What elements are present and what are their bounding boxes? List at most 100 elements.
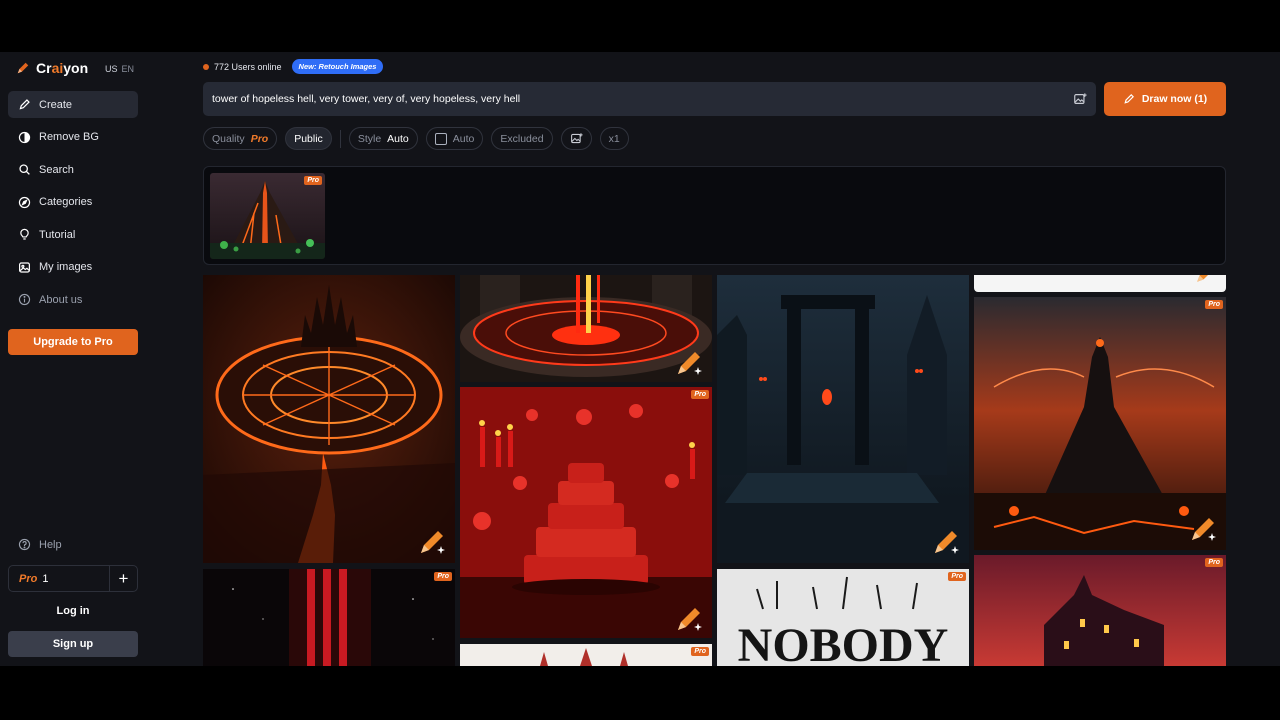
help-label: Help [39,538,62,551]
gallery-tile-haunted-mansion[interactable]: Pro [974,555,1226,666]
pro-badge: Pro [434,572,452,581]
compass-icon [18,196,31,208]
pencil-logo-icon [17,62,29,74]
sidebar-item-tutorial[interactable]: Tutorial [8,221,138,248]
aspect-square-icon [434,132,447,145]
pencil-icon [1124,94,1134,104]
language-label: EN [121,64,135,74]
edit-pencil-icon[interactable] [674,348,704,378]
upgrade-to-pro-button[interactable]: Upgrade to Pro [8,329,138,355]
gallery-tile-rune-circle[interactable] [460,275,712,382]
image-upload-icon[interactable] [1073,92,1087,106]
red-column-image [203,569,455,666]
login-button[interactable]: Log in [8,601,138,621]
pencil-icon [19,99,30,110]
style-value: Auto [387,132,409,145]
info-icon [18,293,31,306]
edit-pencil-icon[interactable] [1188,514,1218,544]
metal-logo-image: NOBODY [717,569,969,666]
online-dot [203,63,209,70]
dark-tower-image [974,297,1226,550]
red-cake-image [460,387,712,638]
recent-result-thumbnail[interactable]: Pro [210,173,325,259]
sidebar: Craiyon US EN Create Remove BG Search Cat… [0,52,148,666]
excluded-option[interactable]: Excluded [491,127,553,150]
gallery-tile-dark-tower[interactable]: Pro [974,297,1226,550]
quality-value: Pro [250,132,269,145]
new-feature-badge[interactable]: New: Retouch Images [291,59,384,74]
letterbox-bottom [0,666,1280,720]
add-credits-button[interactable]: + [109,566,137,591]
partial-white-image [974,275,1226,292]
search-icon [19,164,30,175]
prompt-input[interactable] [203,82,1043,116]
pro-credits: Pro 1 + [8,565,138,592]
draw-now-button[interactable]: Draw now (1) [1104,82,1226,116]
help-link[interactable]: Help [18,538,62,551]
options-divider [339,129,341,148]
generation-options: Quality Pro Public Style Auto Auto Exclu… [203,127,629,150]
letterbox-top [0,0,1280,52]
sidebar-item-label: Create [39,98,73,111]
edit-pencil-icon[interactable] [1194,275,1218,285]
style-label: Style [357,132,382,145]
pro-badge: Pro [1205,558,1223,567]
brand-logo[interactable]: Craiyon [16,60,88,76]
gallery-tile-metal-logo[interactable]: NOBODY Pro [717,569,969,666]
locale-switch[interactable]: US EN [105,64,134,74]
sidebar-item-label: Categories [39,196,93,208]
draw-now-label: Draw now (1) [1141,93,1208,105]
region-label: US [105,64,118,74]
guillotine-image [717,275,969,563]
image-count-option[interactable]: x1 [599,127,629,150]
signup-button[interactable]: Sign up [8,631,138,657]
sidebar-item-label: My images [39,261,93,273]
sidebar-item-categories[interactable]: Categories [8,189,138,216]
gallery-tile-white-cake[interactable]: Pro [460,644,712,666]
brand-name: Craiyon [36,60,89,76]
sidebar-item-label: Tutorial [39,228,76,241]
sidebar-item-label: About us [39,293,83,306]
image-icon [19,261,30,273]
sidebar-item-remove-bg[interactable]: Remove BG [8,124,138,151]
quality-label: Quality [212,132,245,145]
status-bar: 772 Users online New: Retouch Images [203,59,384,74]
sidebar-item-search[interactable]: Search [8,156,138,183]
pro-badge: Pro [691,647,709,656]
half-circle-icon [18,131,31,143]
gallery-tile-red-column[interactable]: Pro [203,569,455,666]
recent-results-strip: Pro [203,166,1226,265]
aspect-ratio-option[interactable]: Auto [425,127,484,150]
white-cake-image [460,644,712,666]
gallery-tile-lava-citadel[interactable] [203,275,455,563]
pro-label: Pro [19,572,38,585]
prompt-box [203,82,1096,116]
gallery-tile-guillotine[interactable] [717,275,969,563]
visibility-option[interactable]: Public [285,127,332,150]
add-image-icon [570,133,583,144]
image-reference-option[interactable] [560,127,592,150]
style-option[interactable]: Style Auto [348,127,418,150]
sidebar-nav: Create Remove BG Search Categories Tutor… [8,91,138,319]
sidebar-item-my-images[interactable]: My images [8,254,138,281]
pro-credit-count: 1 [42,572,49,585]
sidebar-item-label: Remove BG [39,131,99,143]
sidebar-item-label: Search [39,163,74,176]
edit-pencil-icon[interactable] [931,527,961,557]
users-online-text: 772 Users online [214,61,282,72]
gallery-tile-partial-white[interactable] [974,275,1226,292]
sidebar-item-create[interactable]: Create [8,91,138,118]
sidebar-item-about-us[interactable]: About us [8,286,138,313]
lightbulb-icon [20,228,29,240]
edit-pencil-icon[interactable] [417,527,447,557]
haunted-mansion-image [974,555,1226,666]
edit-pencil-icon[interactable] [674,604,704,634]
aspect-ratio-value: Auto [452,132,475,145]
gallery-tile-red-cake[interactable]: Pro [460,387,712,638]
help-icon [18,538,31,551]
pro-badge: Pro [948,572,966,581]
lava-citadel-image [203,275,455,563]
metal-logo-text: NOBODY [738,619,949,666]
quality-option[interactable]: Quality Pro [203,127,278,150]
pro-badge: Pro [691,390,709,399]
